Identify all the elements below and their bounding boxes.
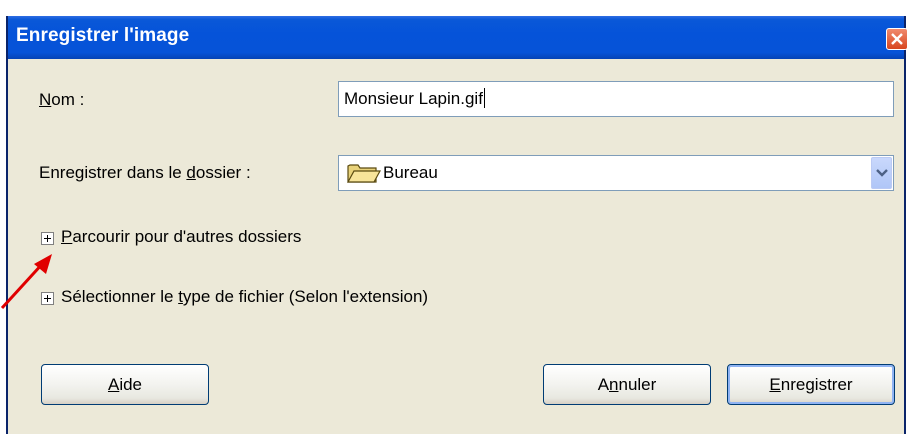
folder-icon — [347, 164, 381, 183]
help-label: ide — [119, 375, 143, 394]
name-label: Nom : — [39, 90, 84, 110]
save-image-dialog: Enregistrer l'image Nom : Monsieur Lapin… — [6, 16, 908, 434]
dialog-title: Enregistrer l'image — [16, 25, 190, 46]
red-arrow-icon — [0, 254, 52, 310]
browse-label: arcourir pour d'autres dossiers — [72, 227, 302, 246]
browse-folders-toggle[interactable]: Parcourir pour d'autres dossiers — [61, 227, 301, 247]
folder-select[interactable]: Bureau — [338, 155, 894, 191]
name-label-mnemonic: N — [39, 90, 52, 109]
cancel-label-pre: A — [597, 375, 610, 394]
filename-value: Monsieur Lapin.gif — [344, 89, 483, 108]
filetype-label-post: ype de fichier (Selon l'extension) — [182, 287, 429, 306]
text-caret — [483, 88, 485, 108]
close-button[interactable] — [886, 28, 908, 50]
file-type-toggle[interactable]: Sélectionner le type de fichier (Selon l… — [61, 287, 428, 307]
help-mnemonic: A — [107, 375, 120, 394]
save-mnemonic: E — [769, 375, 781, 394]
save-button[interactable]: Enregistrer — [727, 364, 895, 405]
browse-folders-expand-icon[interactable] — [41, 232, 54, 245]
folder-label: Enregistrer dans le dossier : — [39, 163, 251, 183]
help-button[interactable]: Aide — [41, 364, 209, 405]
save-label: nregistrer — [780, 375, 853, 394]
name-label-text: om : — [51, 90, 85, 109]
screen: Enregistrer l'image Nom : Monsieur Lapin… — [0, 0, 908, 434]
chevron-down-icon — [876, 169, 888, 177]
folder-dropdown-button[interactable] — [871, 157, 892, 189]
folder-label-post: ossier : — [195, 163, 251, 182]
cancel-mnemonic: n — [609, 375, 619, 394]
cancel-label-post: nuler — [618, 375, 657, 394]
folder-value: Bureau — [383, 163, 438, 182]
folder-label-mnemonic: d — [186, 163, 196, 182]
filename-input[interactable]: Monsieur Lapin.gif — [338, 81, 894, 117]
folder-label-pre: Enregistrer dans le — [39, 163, 187, 182]
browse-mnemonic: P — [61, 227, 73, 246]
title-bar[interactable]: Enregistrer l'image — [8, 16, 908, 59]
cancel-button[interactable]: Annuler — [543, 364, 711, 405]
filetype-label-pre: Sélectionner le — [61, 287, 179, 306]
close-icon — [891, 33, 903, 45]
